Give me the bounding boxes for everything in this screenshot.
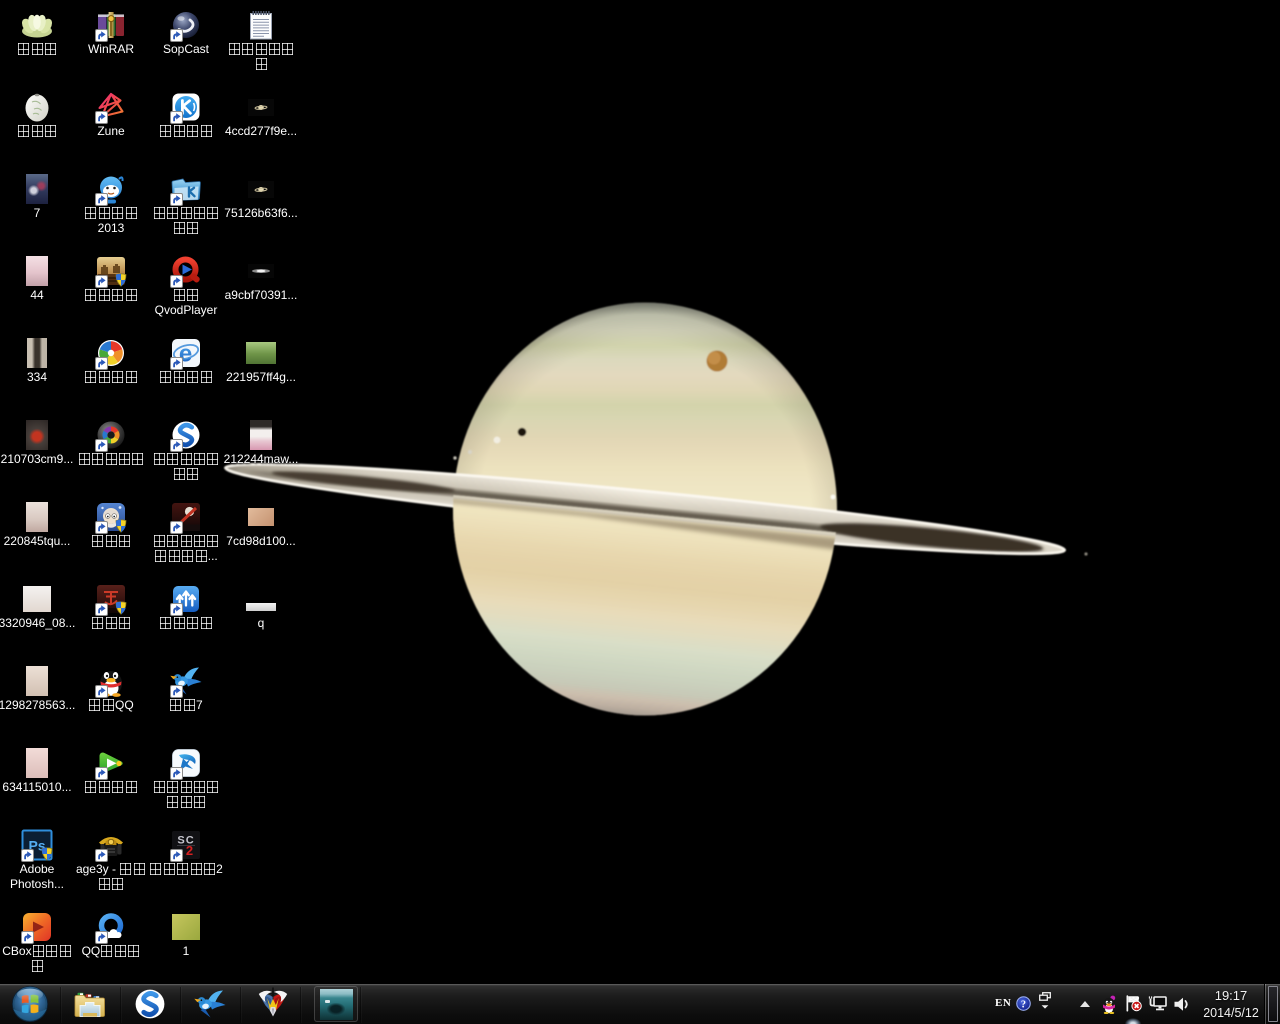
svg-text:?: ? [1021,999,1026,1010]
